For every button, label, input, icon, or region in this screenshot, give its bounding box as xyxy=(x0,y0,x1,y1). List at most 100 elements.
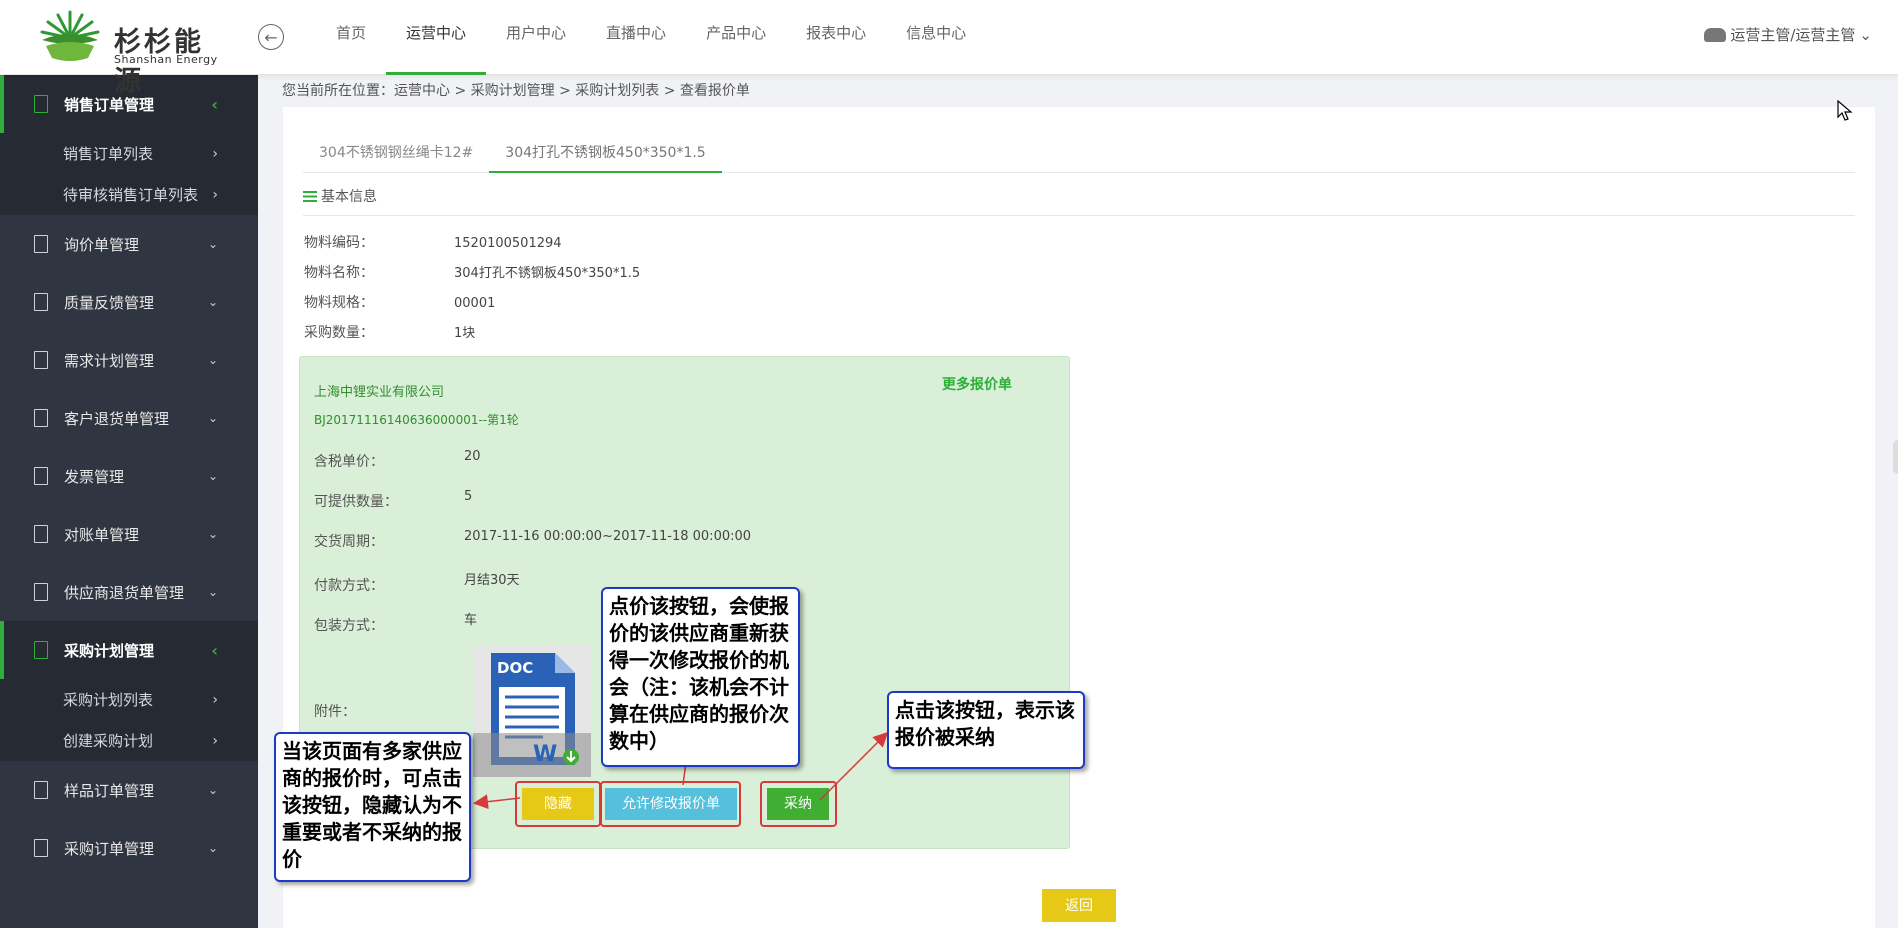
nav-products[interactable]: 产品中心 xyxy=(686,0,786,75)
sidebar-group-supplier-returns[interactable]: 供应商退货单管理 ⌄ xyxy=(0,563,258,621)
info-label: 采购数量： xyxy=(304,325,374,341)
sidebar-item-sales-order-list[interactable]: 销售订单列表 › xyxy=(0,133,258,174)
sidebar-group-label: 供应商退货单管理 xyxy=(64,583,185,602)
chevron-down-icon: ⌄ xyxy=(207,411,218,425)
sidebar-item-create-purchase-plan[interactable]: 创建采购计划 › xyxy=(0,720,258,761)
chevron-right-icon: › xyxy=(212,691,218,708)
document-icon xyxy=(34,839,48,857)
quote-row-packing: 包装方式： 车 xyxy=(314,609,477,635)
section-title-text: 基本信息 xyxy=(321,189,377,205)
sidebar-group-statements[interactable]: 对账单管理 ⌄ xyxy=(0,505,258,563)
quote-row-unit-price: 含税单价： 20 xyxy=(314,449,481,471)
chevron-down-icon: ⌄ xyxy=(207,469,218,483)
info-row-name: 物料名称： 304打孔不锈钢板450*350*1.5 xyxy=(304,262,640,282)
mouse-cursor-icon xyxy=(1837,100,1853,121)
quote-label: 包装方式： xyxy=(314,618,384,634)
logo-mark-icon xyxy=(40,10,100,61)
svg-text:DOC: DOC xyxy=(497,659,533,677)
hide-button[interactable]: 隐藏 xyxy=(522,788,594,820)
nav-live[interactable]: 直播中心 xyxy=(586,0,686,75)
list-icon xyxy=(303,191,317,202)
adopt-button[interactable]: 采纳 xyxy=(767,788,829,820)
document-icon xyxy=(34,95,48,113)
quote-value: 20 xyxy=(464,449,481,464)
chevron-down-icon: ⌄ xyxy=(207,841,218,855)
chevron-down-icon: ⌄ xyxy=(1859,25,1872,44)
quote-label: 付款方式： xyxy=(314,578,384,594)
info-row-qty: 采购数量： 1块 xyxy=(304,322,475,342)
nav-users[interactable]: 用户中心 xyxy=(486,0,586,75)
chevron-down-icon: ⌄ xyxy=(207,353,218,367)
product-tabs: 304不锈钢钢丝绳卡12# 304打孔不锈钢板450*350*1.5 xyxy=(303,135,1855,173)
sidebar-group-label: 质量反馈管理 xyxy=(64,293,155,312)
info-row-code: 物料编码： 1520100501294 xyxy=(304,232,562,252)
quote-value: 5 xyxy=(464,489,473,504)
allow-modify-button[interactable]: 允许修改报价单 xyxy=(605,788,737,820)
quote-label: 含税单价： xyxy=(314,454,384,470)
sidebar-group-label: 采购计划管理 xyxy=(64,641,155,660)
sidebar-group-label: 需求计划管理 xyxy=(64,351,155,370)
return-button[interactable]: 返回 xyxy=(1042,889,1116,922)
sidebar-item-pending-sales-orders[interactable]: 待审核销售订单列表 › xyxy=(0,174,258,215)
brand-logo[interactable]: 杉杉能源 Shanshan Energy xyxy=(38,8,218,97)
callout-adopt: 点击该按钮，表示该报价被采纳 xyxy=(887,691,1085,769)
sidebar-item-label: 销售订单列表 xyxy=(63,145,154,163)
back-arrow-icon[interactable]: ← xyxy=(258,24,284,50)
sidebar-group-invoices[interactable]: 发票管理 ⌄ xyxy=(0,447,258,505)
document-icon xyxy=(34,235,48,253)
sidebar-group-customer-returns[interactable]: 客户退货单管理 ⌄ xyxy=(0,389,258,447)
nav-operations[interactable]: 运营中心 xyxy=(386,0,487,75)
chevron-down-icon: ⌄ xyxy=(207,783,218,797)
quote-code: BJ20171116140636000001--第1轮 xyxy=(314,413,519,427)
sidebar-item-purchase-plan-list[interactable]: 采购计划列表 › xyxy=(0,679,258,720)
attachment-thumbnail[interactable]: DOC W xyxy=(473,645,591,777)
chevron-right-icon: › xyxy=(212,732,218,749)
sidebar-item-label: 待审核销售订单列表 xyxy=(63,186,199,204)
sidebar-group-inquiry[interactable]: 询价单管理 ⌄ xyxy=(0,215,258,273)
document-icon xyxy=(34,351,48,369)
quote-row-attachment: 附件： xyxy=(314,701,464,721)
sidebar-group-label: 发票管理 xyxy=(64,467,125,486)
sidebar-group-label: 样品订单管理 xyxy=(64,781,155,800)
breadcrumb: 您当前所在位置：运营中心 > 采购计划管理 > 采购计划列表 > 查看报价单 xyxy=(282,83,750,99)
scroll-handle[interactable] xyxy=(1893,440,1898,474)
info-label: 物料名称： xyxy=(304,265,374,281)
more-quotes-link[interactable]: 更多报价单 xyxy=(942,374,1012,394)
section-title-basic-info: 基本信息 xyxy=(303,186,1855,216)
sidebar-group-purchase-plan[interactable]: 采购计划管理 ‹ xyxy=(0,621,258,679)
sidebar-group-quality[interactable]: 质量反馈管理 ⌄ xyxy=(0,273,258,331)
info-value: 1520100501294 xyxy=(454,236,562,251)
quote-label: 可提供数量： xyxy=(314,494,398,510)
nav-home[interactable]: 首页 xyxy=(316,0,386,75)
quote-row-delivery: 交货周期： 2017-11-16 00:00:00~2017-11-18 00:0… xyxy=(314,529,751,551)
document-icon xyxy=(34,781,48,799)
quote-value: 车 xyxy=(464,613,478,628)
quote-value: 2017-11-16 00:00:00~2017-11-18 00:00:00 xyxy=(464,529,752,544)
word-doc-icon: DOC W xyxy=(473,653,591,777)
tab-product-1[interactable]: 304不锈钢钢丝绳卡12# xyxy=(303,135,489,173)
main-panel: 304不锈钢钢丝绳卡12# 304打孔不锈钢板450*350*1.5 基本信息 … xyxy=(283,107,1875,928)
sidebar-group-label: 客户退货单管理 xyxy=(64,409,170,428)
info-label: 物料规格： xyxy=(304,295,374,311)
info-value: 1块 xyxy=(454,326,476,341)
document-icon xyxy=(34,409,48,427)
sidebar-group-purchase-orders[interactable]: 采购订单管理 ⌄ xyxy=(0,819,258,877)
chevron-down-icon: ⌄ xyxy=(207,295,218,309)
sidebar-item-label: 采购计划列表 xyxy=(63,691,154,709)
callout-allow: 点价该按钮，会使报价的该供应商重新获得一次修改报价的机会（注：该机会不计算在供应… xyxy=(601,587,800,767)
sidebar-group-label: 询价单管理 xyxy=(64,235,140,254)
chevron-right-icon: › xyxy=(212,145,218,162)
callout-hide: 当该页面有多家供应商的报价时，可点击该按钮，隐藏认为不重要或者不采纳的报价 xyxy=(274,732,471,882)
sidebar-group-demand-plan[interactable]: 需求计划管理 ⌄ xyxy=(0,331,258,389)
document-icon xyxy=(34,641,48,659)
document-icon xyxy=(34,467,48,485)
user-label: 运营主管/运营主管 xyxy=(1730,26,1856,44)
tab-product-2[interactable]: 304打孔不锈钢板450*350*1.5 xyxy=(489,135,722,173)
user-menu[interactable]: 运营主管/运营主管 ⌄ xyxy=(1704,24,1872,45)
nav-reports[interactable]: 报表中心 xyxy=(786,0,886,75)
sidebar-group-label: 采购订单管理 xyxy=(64,839,155,858)
sidebar-group-sample-orders[interactable]: 样品订单管理 ⌄ xyxy=(0,761,258,819)
quote-label: 附件： xyxy=(314,704,356,720)
nav-info[interactable]: 信息中心 xyxy=(886,0,986,75)
document-icon xyxy=(34,525,48,543)
